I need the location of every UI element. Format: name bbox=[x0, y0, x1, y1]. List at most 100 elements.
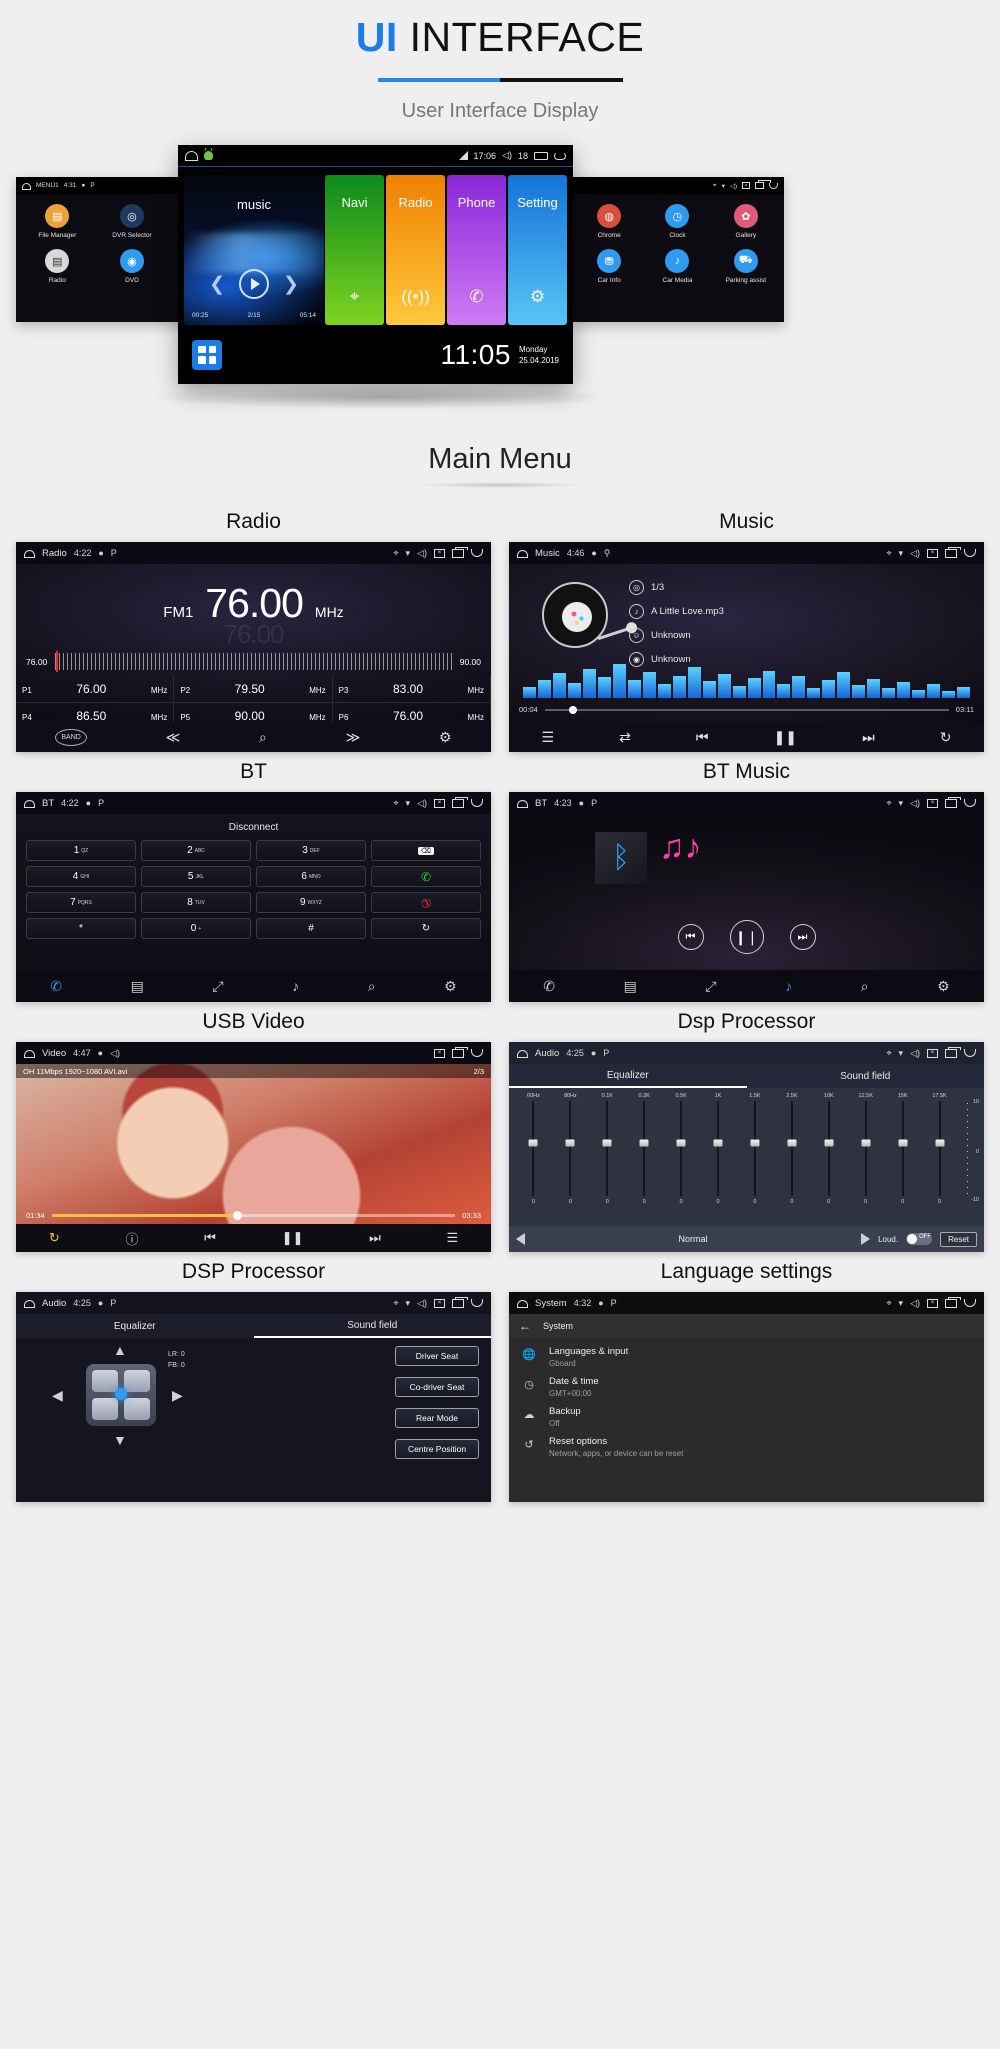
apps-grid-icon[interactable] bbox=[192, 339, 222, 370]
volume-icon[interactable]: ◁) bbox=[502, 150, 512, 161]
dial-key-backspace[interactable]: ⌫ bbox=[371, 840, 481, 861]
bt-music-icon[interactable]: ♪ bbox=[785, 978, 792, 994]
next-icon[interactable]: ❯ bbox=[283, 273, 299, 296]
tab-equalizer[interactable]: Equalizer bbox=[16, 1314, 254, 1338]
back-icon[interactable] bbox=[471, 799, 483, 807]
back-icon[interactable] bbox=[471, 1049, 483, 1057]
settings-icon[interactable]: ⚙ bbox=[439, 729, 452, 746]
list-icon[interactable]: ☰ bbox=[542, 729, 555, 746]
recents-icon[interactable] bbox=[452, 1046, 468, 1058]
eq-band-1k[interactable]: 1K 0 bbox=[700, 1093, 737, 1205]
home-icon[interactable] bbox=[516, 1049, 529, 1058]
hero-tile-phone[interactable]: Phone ✆ bbox=[447, 175, 506, 325]
tab-sound-field[interactable]: Sound field bbox=[747, 1064, 985, 1088]
arrow-down-icon[interactable]: ▼ bbox=[113, 1432, 127, 1448]
eq-band-1-5k[interactable]: 1.5K 0 bbox=[737, 1093, 774, 1205]
eq-slider[interactable] bbox=[847, 1101, 884, 1196]
video-progress[interactable]: 01:34 03:33 bbox=[26, 1211, 481, 1220]
radio-scale-ticks[interactable] bbox=[55, 651, 452, 672]
preset-p2[interactable]: P2 79.50 MHz bbox=[174, 676, 333, 703]
info-icon[interactable]: ⓘ bbox=[125, 1229, 138, 1248]
music-progress[interactable]: 00:04 03:11 bbox=[519, 705, 974, 714]
volume-icon[interactable]: ◁) bbox=[110, 1048, 120, 1059]
home-icon[interactable] bbox=[23, 1049, 36, 1058]
seat-front-left[interactable] bbox=[92, 1370, 118, 1392]
app-clock[interactable]: ◷ Clock bbox=[643, 204, 711, 239]
close-icon[interactable]: × bbox=[434, 1298, 445, 1308]
eq-slider[interactable] bbox=[663, 1101, 700, 1196]
dial-key-9[interactable]: 9 WXYZ bbox=[256, 892, 366, 913]
recents-icon[interactable] bbox=[452, 546, 468, 558]
eq-slider[interactable] bbox=[626, 1101, 663, 1196]
eq-slider[interactable] bbox=[700, 1101, 737, 1196]
home-icon[interactable] bbox=[516, 799, 529, 808]
video-progress-track[interactable] bbox=[51, 1211, 456, 1220]
app-parking-assist[interactable]: ⛟ Parking assist bbox=[712, 249, 780, 284]
recents-icon[interactable] bbox=[945, 1046, 961, 1058]
eq-band-0-2k[interactable]: 0.2K 0 bbox=[626, 1093, 663, 1205]
dial-key-1[interactable]: 1 QZ bbox=[26, 840, 136, 861]
back-icon[interactable] bbox=[471, 549, 483, 557]
recents-icon[interactable] bbox=[452, 1296, 468, 1308]
button-centre-position[interactable]: Centre Position bbox=[395, 1439, 479, 1459]
back-icon[interactable] bbox=[964, 549, 976, 557]
music-progress-track[interactable] bbox=[544, 705, 949, 714]
contacts-icon[interactable]: ▤ bbox=[131, 978, 144, 995]
pause-icon[interactable]: ❚❚ bbox=[774, 729, 797, 746]
volume-icon[interactable]: ◁) bbox=[417, 548, 427, 559]
close-icon[interactable]: × bbox=[927, 548, 938, 558]
eq-band-80hz[interactable]: 80Hz 0 bbox=[552, 1093, 589, 1205]
back-icon[interactable] bbox=[471, 1299, 483, 1307]
button-rear-mode[interactable]: Rear Mode bbox=[395, 1408, 479, 1428]
dial-key-end[interactable]: ✆ bbox=[371, 892, 481, 913]
soundfield-diagram[interactable]: ▲ ▼ ◀ ▶ LR: 0 FB: 0 bbox=[16, 1340, 311, 1500]
seat-rear-right[interactable] bbox=[124, 1398, 150, 1420]
dial-key-3[interactable]: 3 DEF bbox=[256, 840, 366, 861]
loudness-toggle[interactable]: OFF bbox=[906, 1233, 933, 1245]
app-car-info[interactable]: ⛃ Car Info bbox=[575, 249, 643, 284]
search-icon[interactable]: ⌕ bbox=[259, 729, 267, 746]
home-icon[interactable] bbox=[23, 1299, 36, 1308]
back-arrow-icon[interactable]: ← bbox=[519, 1319, 531, 1333]
app-chrome[interactable]: ◍ Chrome bbox=[575, 204, 643, 239]
search-icon[interactable]: ⌕ bbox=[368, 978, 376, 995]
bt-music-icon[interactable]: ♪ bbox=[292, 978, 299, 994]
previous-preset-icon[interactable] bbox=[516, 1233, 525, 1245]
back-icon[interactable] bbox=[554, 151, 566, 160]
hero-music-tile[interactable]: music ❮ ❯ 00:25 2/15 05:14 bbox=[184, 175, 324, 325]
recents-icon[interactable] bbox=[452, 796, 468, 808]
close-icon[interactable]: × bbox=[927, 798, 938, 808]
arrow-right-icon[interactable]: ▶ bbox=[172, 1387, 183, 1404]
app-gallery[interactable]: ✿ Gallery bbox=[712, 204, 780, 239]
hero-tile-setting[interactable]: Setting ⚙ bbox=[508, 175, 567, 325]
eq-band-2-5k[interactable]: 2.5K 0 bbox=[773, 1093, 810, 1205]
close-icon[interactable]: × bbox=[927, 1298, 938, 1308]
app-radio[interactable]: ▤ Radio bbox=[20, 249, 95, 284]
shuffle-icon[interactable]: ⇄ bbox=[619, 729, 631, 746]
volume-icon[interactable]: ◁) bbox=[910, 1298, 920, 1309]
home-icon[interactable] bbox=[184, 151, 199, 162]
preset-p3[interactable]: P3 83.00 MHz bbox=[332, 676, 491, 703]
previous-icon[interactable]: ⏮ bbox=[677, 924, 704, 950]
back-icon[interactable] bbox=[964, 1049, 976, 1057]
previous-icon[interactable]: ⏮ bbox=[204, 1230, 216, 1246]
list-icon[interactable]: ☰ bbox=[446, 1230, 458, 1246]
button-driver-seat[interactable]: Driver Seat bbox=[395, 1346, 479, 1366]
volume-icon[interactable]: ◁) bbox=[417, 798, 427, 809]
close-icon[interactable]: × bbox=[434, 1048, 445, 1058]
repeat-icon[interactable]: ↻ bbox=[940, 729, 952, 746]
seat-rear-left[interactable] bbox=[92, 1398, 118, 1420]
eq-slider[interactable] bbox=[515, 1101, 552, 1196]
volume-icon[interactable]: ◁) bbox=[910, 548, 920, 559]
previous-icon[interactable]: ❮ bbox=[209, 273, 225, 296]
preset-p1[interactable]: P1 76.00 MHz bbox=[16, 676, 175, 703]
eq-band-12-5k[interactable]: 12.5K 0 bbox=[847, 1093, 884, 1205]
arrow-left-icon[interactable]: ◀ bbox=[52, 1387, 63, 1404]
close-icon[interactable]: × bbox=[742, 182, 750, 189]
transfer-icon[interactable]: ⤢ bbox=[212, 978, 223, 995]
close-icon[interactable]: × bbox=[927, 1048, 938, 1058]
volume-icon[interactable]: ◁) bbox=[910, 1048, 920, 1059]
hero-tile-radio[interactable]: Radio ((•)) bbox=[386, 175, 445, 325]
radio-tuning-scale[interactable]: 76.00 90.00 bbox=[16, 650, 491, 672]
home-icon[interactable] bbox=[23, 549, 36, 558]
